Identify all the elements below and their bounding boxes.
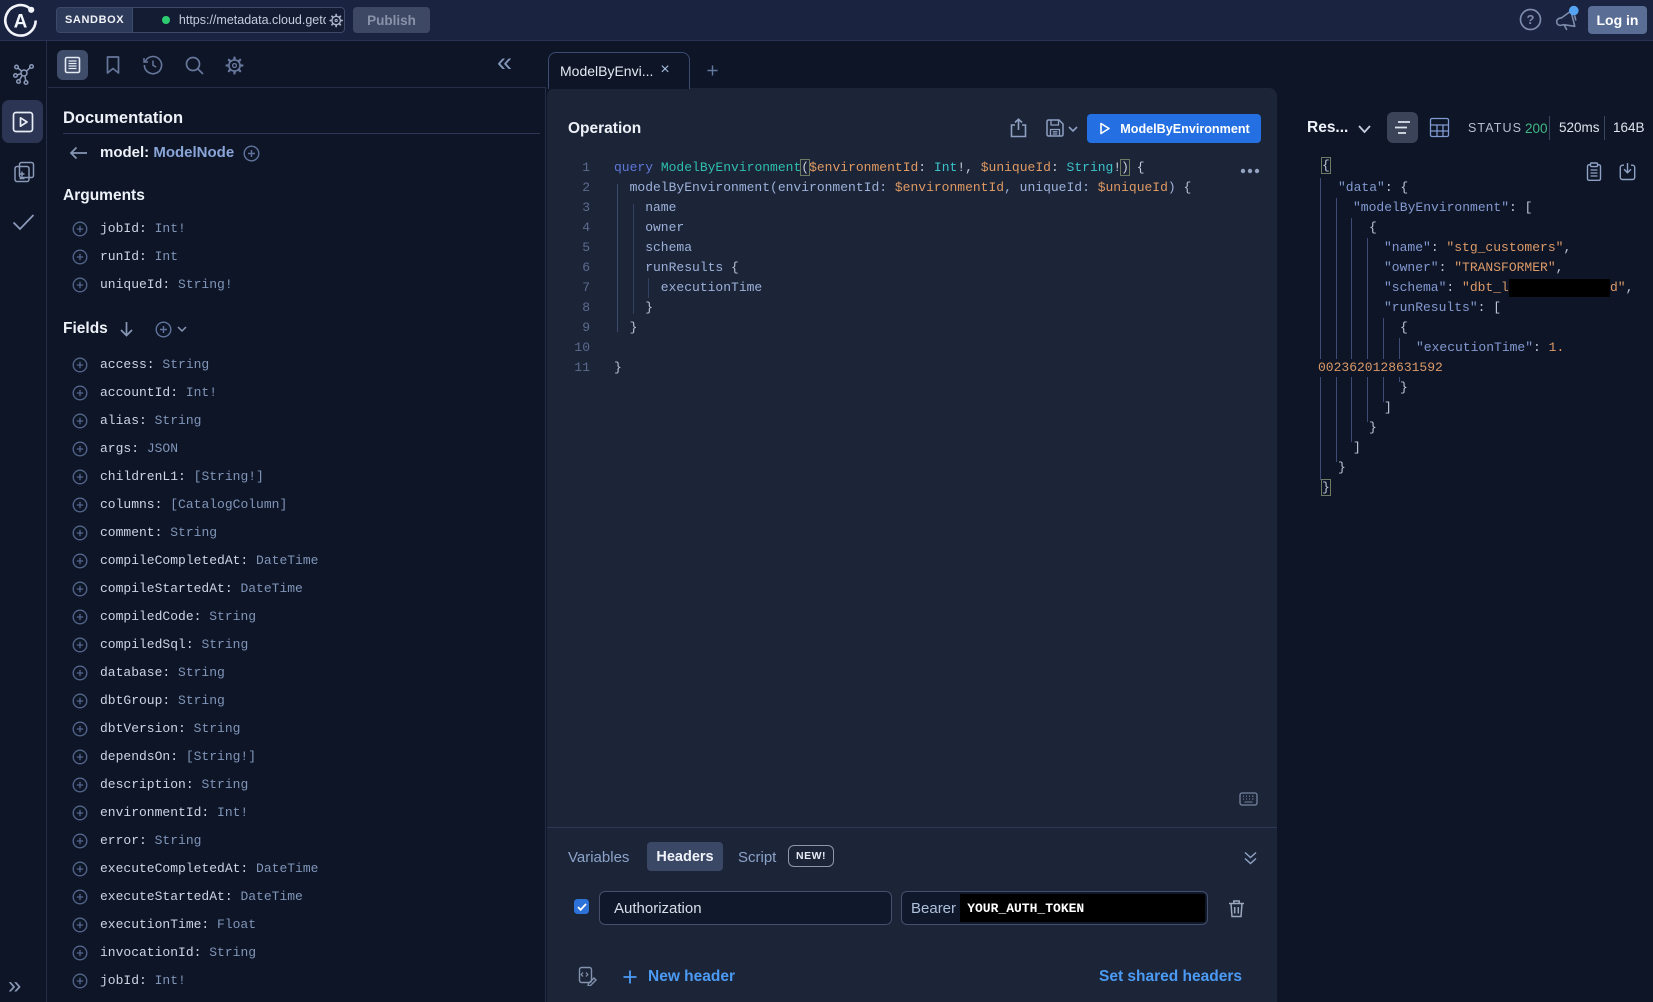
svg-text:?: ? <box>1527 12 1535 27</box>
svg-text:A: A <box>14 12 28 33</box>
